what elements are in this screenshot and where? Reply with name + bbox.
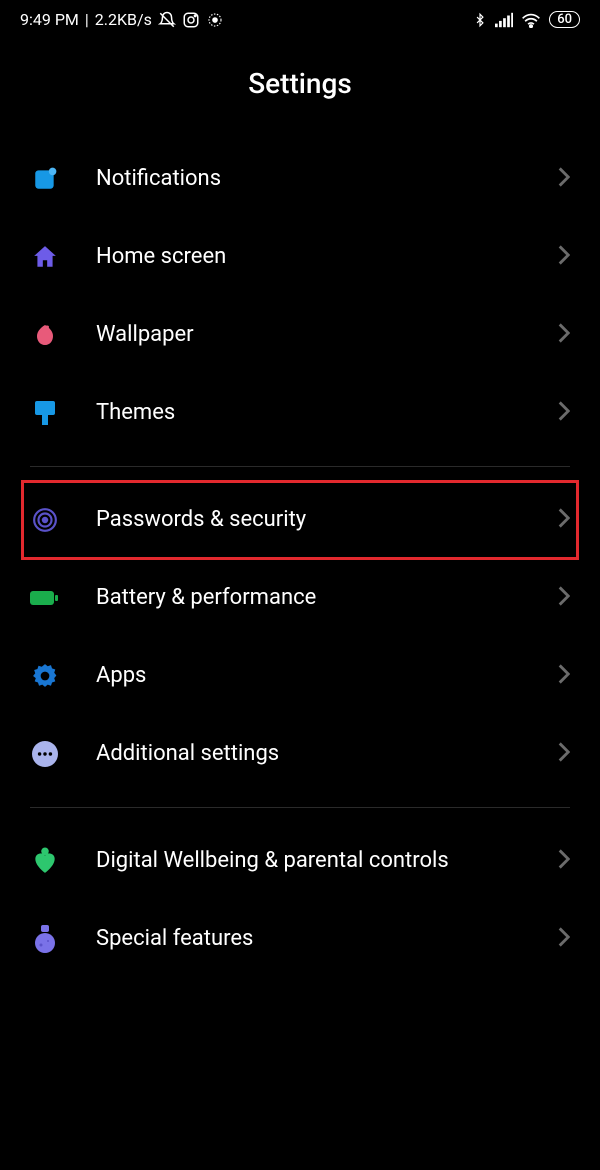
settings-item-additional[interactable]: Additional settings <box>22 715 578 793</box>
chevron-right-icon <box>558 586 570 610</box>
more-icon <box>30 739 60 769</box>
settings-item-wallpaper[interactable]: Wallpaper <box>22 296 578 374</box>
settings-label: Apps <box>96 662 558 690</box>
settings-label: Special features <box>96 925 558 953</box>
instagram-icon <box>182 11 200 29</box>
settings-label: Home screen <box>96 243 558 271</box>
themes-icon <box>30 398 60 428</box>
status-right: 60 <box>473 11 580 29</box>
chevron-right-icon <box>558 167 570 191</box>
status-network-speed: 2.2KB/s <box>95 10 152 29</box>
app-icon <box>206 11 224 29</box>
settings-item-special-features[interactable]: Special features <box>22 900 578 978</box>
settings-label: Passwords & security <box>96 506 558 534</box>
bluetooth-icon <box>473 11 487 29</box>
status-time: 9:49 PM <box>20 10 79 29</box>
battery-icon <box>30 583 60 613</box>
divider <box>30 466 570 467</box>
chevron-right-icon <box>558 664 570 688</box>
settings-item-wellbeing[interactable]: Digital Wellbeing & parental controls <box>22 822 578 900</box>
special-icon <box>30 924 60 954</box>
chevron-right-icon <box>558 849 570 873</box>
divider <box>30 807 570 808</box>
settings-label: Additional settings <box>96 740 558 768</box>
settings-item-notifications[interactable]: Notifications <box>22 140 578 218</box>
home-icon <box>30 242 60 272</box>
settings-item-battery[interactable]: Battery & performance <box>22 559 578 637</box>
status-separator: | <box>85 10 89 29</box>
chevron-right-icon <box>558 245 570 269</box>
settings-label: Wallpaper <box>96 321 558 349</box>
settings-label: Notifications <box>96 165 558 193</box>
wellbeing-icon <box>30 846 60 876</box>
gear-icon <box>30 661 60 691</box>
settings-label: Battery & performance <box>96 584 558 612</box>
page-title: Settings <box>0 37 600 140</box>
chevron-right-icon <box>558 508 570 532</box>
settings-item-home-screen[interactable]: Home screen <box>22 218 578 296</box>
settings-label: Themes <box>96 399 558 427</box>
chevron-right-icon <box>558 323 570 347</box>
chevron-right-icon <box>558 401 570 425</box>
settings-list: Notifications Home screen Wallpaper Them… <box>0 140 600 978</box>
battery-indicator: 60 <box>549 11 580 28</box>
chevron-right-icon <box>558 742 570 766</box>
notifications-icon <box>30 164 60 194</box>
status-bar: 9:49 PM | 2.2KB/s 60 <box>0 0 600 37</box>
signal-icon <box>495 12 513 28</box>
status-left: 9:49 PM | 2.2KB/s <box>20 10 224 29</box>
wallpaper-icon <box>30 320 60 350</box>
wifi-icon <box>521 12 541 28</box>
settings-item-themes[interactable]: Themes <box>22 374 578 452</box>
settings-label: Digital Wellbeing & parental controls <box>96 847 558 875</box>
chevron-right-icon <box>558 927 570 951</box>
fingerprint-icon <box>30 505 60 535</box>
settings-item-apps[interactable]: Apps <box>22 637 578 715</box>
mute-icon <box>158 11 176 29</box>
settings-item-passwords-security[interactable]: Passwords & security <box>22 481 578 559</box>
